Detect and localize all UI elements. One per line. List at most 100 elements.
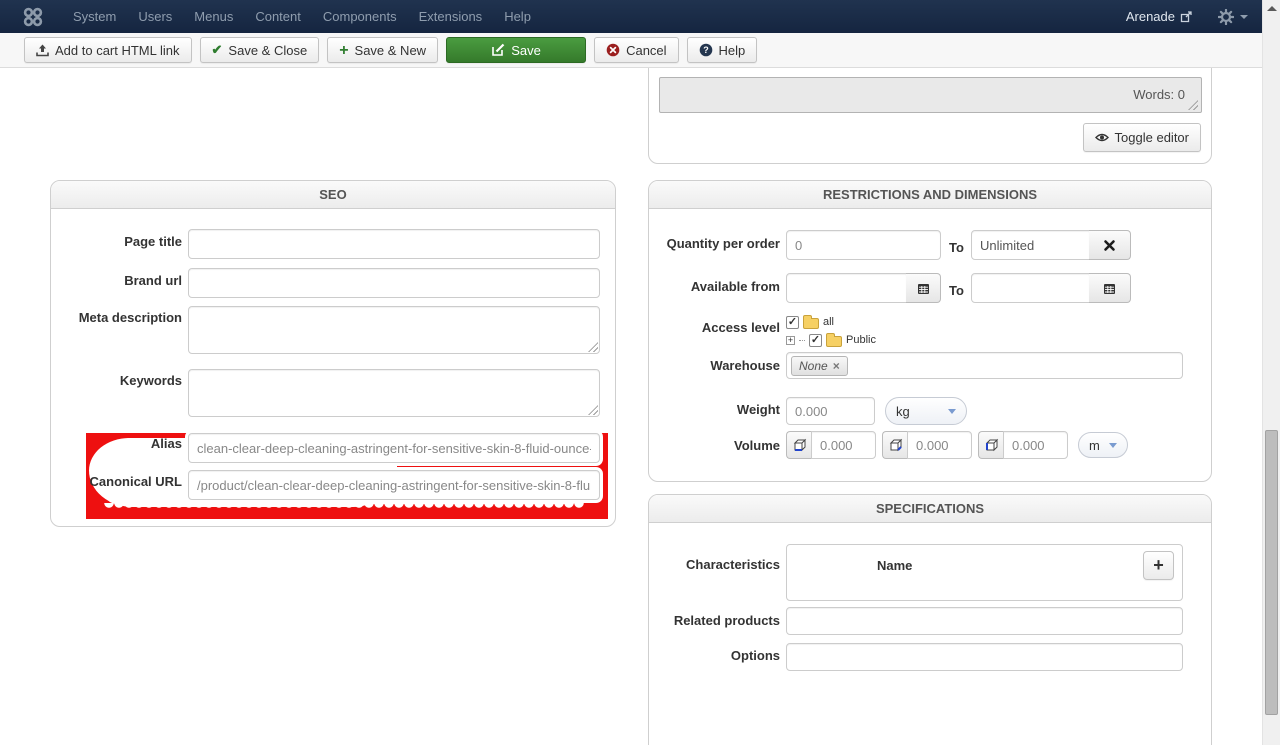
- quantity-max-input[interactable]: [971, 230, 1090, 260]
- related-products-label: Related products: [673, 613, 780, 628]
- available-from-label: Available from: [690, 279, 780, 294]
- menu-help[interactable]: Help: [493, 9, 542, 24]
- calendar-icon: [1104, 283, 1115, 294]
- volume-unit-select[interactable]: m: [1078, 432, 1128, 458]
- chip-remove-icon[interactable]: ×: [833, 359, 840, 373]
- meta-description-textarea[interactable]: [188, 306, 600, 354]
- external-link-icon: [1180, 10, 1192, 22]
- options-input[interactable]: [786, 643, 1183, 671]
- access-item-label: all: [823, 316, 835, 328]
- weight-label: Weight: [736, 402, 780, 417]
- menu-menus[interactable]: Menus: [183, 9, 244, 24]
- access-tree-row-all: ✓ all: [786, 314, 876, 330]
- site-preview-link[interactable]: Arenade: [1126, 9, 1192, 24]
- alias-label: Alias: [150, 436, 182, 451]
- save-close-label: Save & Close: [228, 42, 308, 58]
- action-toolbar: Add to cart HTML link ✔ Save & Close + S…: [0, 33, 1262, 68]
- add-characteristic-button[interactable]: +: [1143, 551, 1174, 580]
- menu-system[interactable]: System: [62, 9, 127, 24]
- brand-url-label: Brand url: [124, 273, 182, 288]
- characteristics-label: Characteristics: [686, 557, 780, 572]
- page-scrollbar[interactable]: [1262, 0, 1280, 745]
- canonical-url-input[interactable]: [188, 470, 600, 500]
- site-name-label: Arenade: [1125, 9, 1175, 24]
- scrollbar-thumb[interactable]: [1265, 430, 1278, 715]
- restrictions-panel-title: RESTRICTIONS AND DIMENSIONS: [649, 181, 1211, 209]
- menu-users[interactable]: Users: [127, 9, 183, 24]
- word-count-label: Words: 0: [1133, 87, 1185, 102]
- access-level-tree: ✓ all + ✓ Public: [786, 314, 876, 348]
- warehouse-tag-input[interactable]: None ×: [786, 352, 1183, 379]
- help-button[interactable]: ? Help: [686, 37, 758, 63]
- save-button[interactable]: Save: [446, 37, 587, 63]
- access-tree-row-public: + ✓ Public: [786, 332, 876, 348]
- edit-save-icon: [492, 43, 505, 56]
- warehouse-chip[interactable]: None ×: [791, 355, 848, 376]
- clear-quantity-max-button[interactable]: [1089, 230, 1131, 260]
- save-label: Save: [511, 42, 541, 58]
- canonical-url-label: Canonical URL: [89, 474, 182, 489]
- gear-icon: [1218, 8, 1234, 25]
- toggle-editor-button[interactable]: Toggle editor: [1082, 123, 1201, 152]
- meta-description-label: Meta description: [78, 310, 182, 325]
- dimension-width-icon: [882, 431, 908, 459]
- available-from-input[interactable]: [786, 273, 907, 303]
- seo-panel-title: SEO: [51, 181, 615, 209]
- help-icon: ?: [699, 43, 712, 57]
- volume-length-input[interactable]: [811, 431, 876, 459]
- access-level-label: Access level: [701, 320, 780, 335]
- available-to-calendar-button[interactable]: [1089, 273, 1131, 303]
- admin-settings-dropdown[interactable]: [1218, 8, 1248, 25]
- available-to-label: To: [949, 283, 964, 298]
- tree-connector: [799, 339, 805, 341]
- add-to-cart-html-link-button[interactable]: Add to cart HTML link: [24, 37, 192, 63]
- folder-icon: [803, 314, 819, 329]
- checkbox-public[interactable]: ✓: [809, 333, 822, 347]
- cancel-icon: [606, 43, 620, 57]
- weight-input[interactable]: [786, 397, 875, 425]
- seo-panel: SEO Page title Brand url Meta descriptio…: [50, 180, 616, 527]
- weight-unit-select[interactable]: kg: [885, 397, 967, 425]
- characteristics-box: Name +: [786, 544, 1183, 601]
- related-products-input[interactable]: [786, 607, 1183, 635]
- volume-height-input[interactable]: [1003, 431, 1068, 459]
- page-title-label: Page title: [124, 234, 182, 249]
- menu-extensions[interactable]: Extensions: [408, 9, 494, 24]
- alias-input[interactable]: [188, 433, 600, 463]
- chevron-down-icon: [1240, 14, 1248, 19]
- upload-icon: [36, 44, 49, 56]
- keywords-label: Keywords: [119, 373, 182, 388]
- folder-icon: [826, 332, 842, 347]
- save-close-button[interactable]: ✔ Save & Close: [199, 37, 320, 63]
- save-new-button[interactable]: + Save & New: [327, 37, 439, 63]
- scroll-up-arrow-icon[interactable]: [1267, 6, 1277, 11]
- available-from-calendar-button[interactable]: [906, 273, 941, 303]
- admin-page: System Users Menus Content Components Ex…: [0, 0, 1280, 745]
- joomla-logo-icon: [22, 6, 44, 28]
- chevron-down-icon: [948, 408, 956, 414]
- specifications-panel-title: SPECIFICATIONS: [649, 495, 1211, 523]
- navbar-right: Arenade: [1126, 8, 1248, 25]
- tree-expand-icon[interactable]: +: [786, 335, 795, 345]
- menu-components[interactable]: Components: [312, 9, 408, 24]
- eye-icon: [1094, 133, 1109, 142]
- plus-icon: +: [339, 41, 349, 59]
- x-icon: [1104, 239, 1115, 251]
- weight-unit-label: kg: [896, 403, 910, 419]
- volume-unit-label: m: [1089, 437, 1100, 453]
- menu-content[interactable]: Content: [244, 9, 312, 24]
- volume-width-input[interactable]: [907, 431, 972, 459]
- access-item-label: Public: [846, 334, 876, 346]
- characteristics-column-name: Name: [877, 558, 913, 573]
- page-title-input[interactable]: [188, 229, 600, 259]
- keywords-textarea[interactable]: [188, 369, 600, 417]
- help-label: Help: [718, 42, 746, 58]
- available-to-input[interactable]: [971, 273, 1090, 303]
- cancel-button[interactable]: Cancel: [594, 37, 679, 63]
- checkbox-all[interactable]: ✓: [786, 315, 799, 329]
- quantity-min-input[interactable]: [786, 230, 941, 260]
- brand-url-input[interactable]: [188, 268, 600, 298]
- resize-grip-icon[interactable]: [1188, 100, 1198, 110]
- svg-text:?: ?: [703, 45, 709, 55]
- add-to-cart-label: Add to cart HTML link: [55, 42, 180, 58]
